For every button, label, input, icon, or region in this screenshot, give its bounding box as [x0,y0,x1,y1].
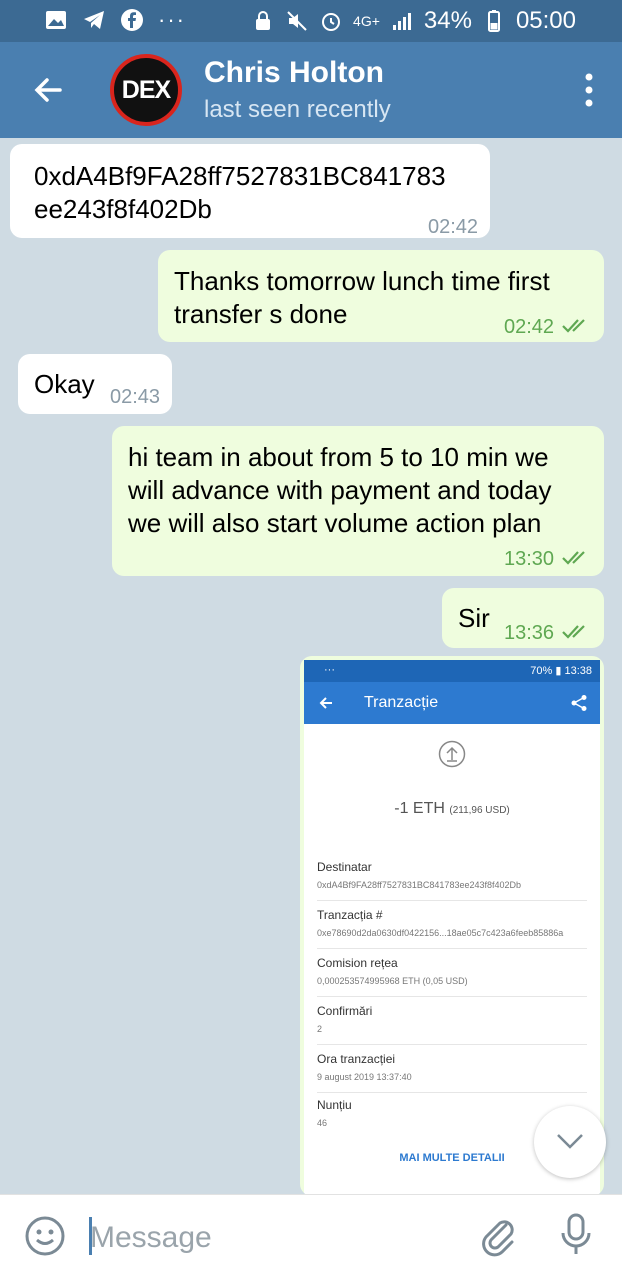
attach-icon[interactable] [478,1215,518,1257]
share-icon [571,695,587,711]
field-value: 2 [317,1024,323,1034]
chat-header: DEX Chris Holton last seen recently [0,42,622,138]
message-time: 13:36 [504,622,555,644]
field-tranzactia: Tranzacția # 0xe78690d2da0630df0422156..… [317,908,587,949]
upload-icon [438,740,466,768]
screenshot-status-left: ··· [324,664,335,676]
lock-icon [256,11,271,30]
field-value: 0xe78690d2da0630df0422156...18ae05c7c423… [317,928,564,938]
back-arrow-icon[interactable] [30,72,66,108]
contact-name[interactable]: Chris Holton [204,56,384,90]
message-time: 13:30 [504,548,555,570]
screenshot-app-bar: Tranzacție [304,682,600,724]
facebook-icon [121,9,143,31]
message-bubble-outgoing[interactable]: Thanks tomorrow lunch time first transfe… [158,250,604,342]
double-check-icon [562,551,585,565]
amount-eth: -1 ETH [394,800,445,817]
avatar[interactable]: DEX [110,54,182,126]
message-bubble-incoming[interactable]: 0xdA4Bf9FA28ff7527831BC841783 ee243f8f40… [10,144,490,238]
back-arrow-icon [319,697,332,709]
field-value: 9 august 2019 13:37:40 [317,1072,412,1082]
message-bubble-incoming[interactable]: Okay 02:43 [18,354,172,414]
network-type: 4G+ [353,13,380,29]
message-time: 02:42 [504,316,555,338]
message-time: 02:43 [110,386,161,408]
chevron-down-icon [557,1134,583,1149]
emoji-icon[interactable] [24,1215,66,1257]
message-line: transfer s done [174,299,348,329]
message-input[interactable] [90,1217,450,1259]
avatar-text: DEX [121,75,171,104]
mute-icon [287,11,307,31]
field-label: Ora tranzacției [317,1052,396,1066]
message-line: we will also start volume action plan [128,508,542,538]
field-confirmari: Confirmări 2 [317,1004,587,1045]
chat-area[interactable]: 0xdA4Bf9FA28ff7527831BC841783 ee243f8f40… [0,138,622,1194]
screenshot-status-bar: ··· 70% ▮ 13:38 [304,660,600,682]
field-label: Nunțiu [317,1098,352,1112]
signal-icon [392,13,411,30]
clock: 05:00 [515,7,576,34]
message-line: will advance with payment and today [128,475,552,505]
amount-usd: (211,96 USD) [449,805,510,816]
battery-percent: 34% [423,7,472,34]
message-line: Okay [34,369,95,399]
status-left-icons: ··· [44,7,186,33]
field-ora: Ora tranzacției 9 august 2019 13:37:40 [317,1052,587,1093]
status-right-icons: 4G+ 34% 05:00 [251,7,576,35]
message-time: 02:42 [428,216,479,238]
double-check-icon [562,319,585,333]
telegram-icon [84,11,104,29]
battery-icon [487,10,500,32]
message-line: hi team in about from 5 to 10 min we [128,442,549,472]
field-comision: Comision rețea 0,000253574995968 ETH (0,… [317,956,587,997]
field-value: 0,000253574995968 ETH (0,05 USD) [317,976,468,986]
field-destinatar: Destinatar 0xdA4Bf9FA28ff7527831BC841783… [317,860,587,901]
screenshot-title: Tranzacție [364,694,439,711]
field-label: Destinatar [317,860,372,874]
more-vert-icon[interactable] [584,72,594,108]
alarm-icon [322,13,341,31]
contact-status: last seen recently [204,96,391,123]
message-bubble-outgoing[interactable]: hi team in about from 5 to 10 min we wil… [112,426,604,576]
field-label: Tranzacția # [317,908,383,922]
field-label: Comision rețea [317,956,398,970]
double-check-icon [562,625,585,639]
screenshot-status-right: 70% ▮ 13:38 [530,665,592,677]
message-input-bar [0,1194,622,1281]
more-notifications: ··· [158,7,186,32]
transaction-amount: -1 ETH (211,96 USD) [304,800,600,818]
field-value: 0xdA4Bf9FA28ff7527831BC841783ee243f8f402… [317,880,522,890]
message-line: Thanks tomorrow lunch time first [174,266,550,296]
status-bar: ··· 4G+ 34% 05:00 [0,0,622,42]
message-line: Sir [458,603,490,633]
message-bubble-outgoing[interactable]: Sir 13:36 [442,588,604,648]
scroll-down-button[interactable] [534,1106,606,1178]
message-line: ee243f8f402Db [34,194,212,224]
field-label: Confirmări [317,1004,373,1018]
message-line: 0xdA4Bf9FA28ff7527831BC841783 [34,161,446,191]
microphone-icon[interactable] [560,1213,592,1257]
gallery-icon [46,11,66,29]
